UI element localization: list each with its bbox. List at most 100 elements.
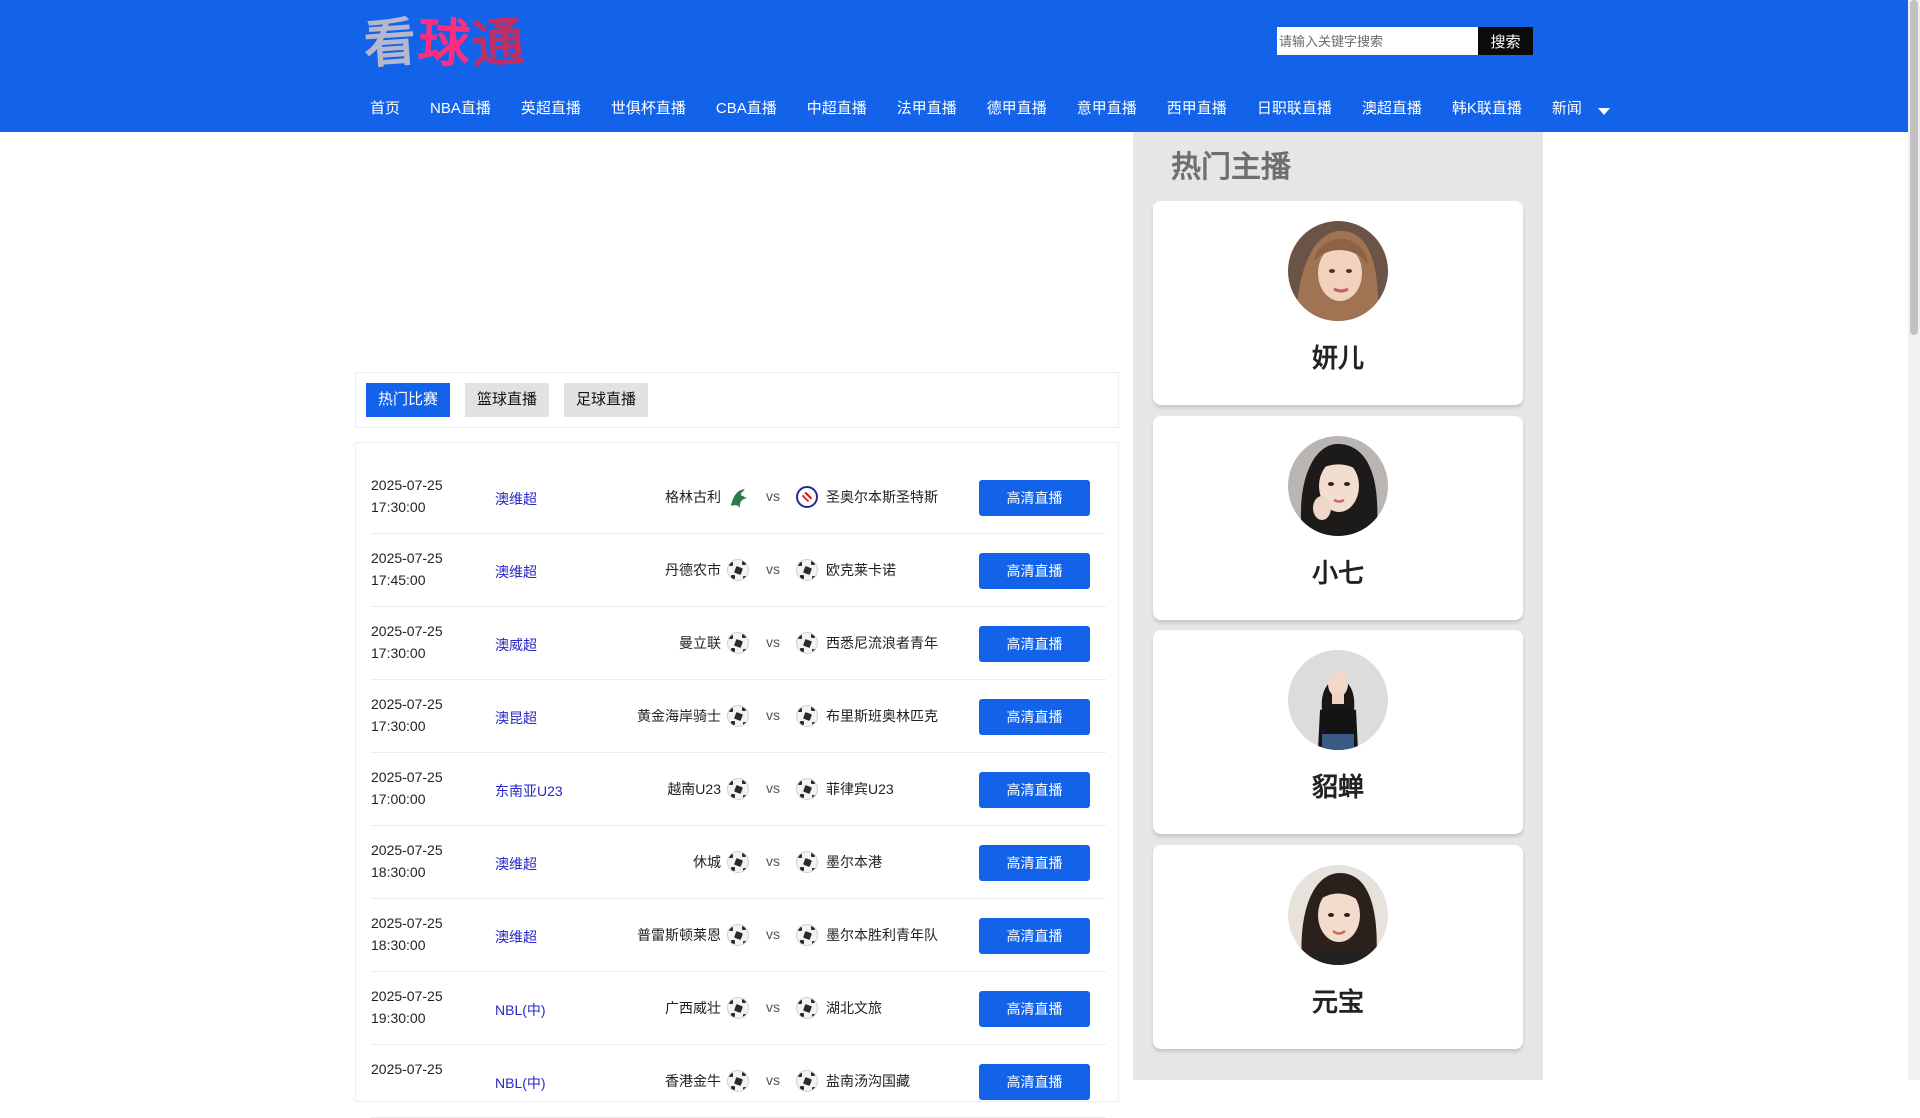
away-team: 圣奥尔本斯圣特斯 [826,489,938,505]
nav-item-news[interactable]: 新闻 [1552,97,1610,118]
logo-char-1: 看 [361,12,421,76]
tab-basketball[interactable]: 篮球直播 [465,383,550,417]
streamer-card[interactable]: 妍儿 [1153,201,1523,405]
match-time: 18:30:00 [371,864,426,880]
streamer-card[interactable]: 元宝 [1153,845,1523,1049]
streamer-card[interactable]: 貂蝉 [1153,630,1523,834]
vs-label: vs [766,561,780,577]
match-row: 2025-07-25 17:00:00 东南亚U23 越南U23 vs 菲律宾U23 高清直… [371,753,1106,826]
nav-item-ligue1[interactable]: 法甲直播 [897,97,957,118]
match-time: 17:45:00 [371,572,426,588]
away-team: 墨尔本港 [826,854,882,870]
football-icon [796,997,818,1019]
match-datetime: 2025-07-25 17:30:00 [371,693,443,737]
hd-live-button[interactable]: 高清直播 [979,918,1090,954]
hd-live-button[interactable]: 高清直播 [979,626,1090,662]
match-date: 2025-07-25 [371,769,443,785]
logo-char-2: 球 [416,12,474,76]
match-date: 2025-07-25 [371,842,443,858]
away-team: 西悉尼流浪者青年 [826,635,938,651]
football-icon [727,778,749,800]
home-team-icon [727,486,751,515]
away-team-icon [796,924,818,946]
page-scrollbar[interactable] [1908,0,1920,1080]
league-link[interactable]: 澳维超 [495,854,537,874]
avatar [1288,865,1388,965]
hd-live-button[interactable]: 高清直播 [979,991,1090,1027]
match-panel: 2025-07-25 17:30:00 澳维超 格林古利 vs 圣奥尔本斯圣特斯 高清直播 2… [355,442,1119,1118]
home-team-icon [727,1070,749,1092]
home-team: 休城 [693,854,721,870]
hd-live-button[interactable]: 高清直播 [979,845,1090,881]
vs-label: vs [766,926,780,942]
league-link[interactable]: 澳威超 [495,635,537,655]
league-link[interactable]: 澳昆超 [495,708,537,728]
hd-live-button[interactable]: 高清直播 [979,772,1090,808]
football-icon [727,924,749,946]
away-team: 菲律宾U23 [826,781,894,797]
vs-label: vs [766,634,780,650]
nav-item-csl[interactable]: 中超直播 [807,97,867,118]
football-icon [796,559,818,581]
nav-item-premier-league[interactable]: 英超直播 [521,97,581,118]
caret-down-icon[interactable] [1597,107,1610,115]
league-link[interactable]: 澳维超 [495,489,537,509]
nav-item-j-league[interactable]: 日职联直播 [1257,97,1332,118]
nav-item-bundesliga[interactable]: 德甲直播 [987,97,1047,118]
team-crest-icon [796,486,818,508]
hd-live-button[interactable]: 高清直播 [979,553,1090,589]
streamer-name: 元宝 [1311,987,1364,1017]
league-link[interactable]: 澳维超 [495,562,537,582]
streamer-card[interactable]: 小七 [1153,416,1523,620]
scrollbar-thumb[interactable] [1910,0,1918,335]
nav-item-serie-a[interactable]: 意甲直播 [1077,97,1137,118]
nav-item-cba[interactable]: CBA直播 [716,97,777,118]
nav-item-la-liga[interactable]: 西甲直播 [1167,97,1227,118]
league-link[interactable]: NBL(中) [495,1000,546,1020]
league-link[interactable]: 澳维超 [495,927,537,947]
hd-live-button[interactable]: 高清直播 [979,699,1090,735]
football-icon [796,778,818,800]
avatar [1288,650,1388,750]
away-team: 盐南汤沟国藏 [826,1073,910,1089]
away-team: 湖北文旅 [826,1000,882,1016]
hd-live-button[interactable]: 高清直播 [979,480,1090,516]
match-list: 2025-07-25 17:30:00 澳维超 格林古利 vs 圣奥尔本斯圣特斯 高清直播 2… [371,461,1106,1118]
away-team: 布里斯班奥林匹克 [826,708,938,724]
search-input[interactable] [1277,27,1478,55]
home-team: 广西威壮 [665,1000,721,1016]
away-team: 欧克莱卡诺 [826,562,896,578]
vs-label: vs [766,707,780,723]
match-date: 2025-07-25 [371,915,443,931]
match-row: 2025-07-25 17:30:00 澳威超 曼立联 vs 西悉尼流浪者青年 高清直播 [371,607,1106,680]
away-team-icon [796,1070,818,1092]
nav-item-k-league[interactable]: 韩K联直播 [1452,97,1522,118]
away-team-icon [796,486,818,508]
streamer-name: 小七 [1311,558,1364,588]
search-button[interactable]: 搜索 [1478,27,1533,55]
nav-item-home[interactable]: 首页 [370,97,400,118]
search-form: 搜索 [1277,27,1533,55]
nav-item-club-world-cup[interactable]: 世俱杯直播 [611,97,686,118]
away-team: 墨尔本胜利青年队 [826,927,938,943]
match-row: 2025-07-25 NBL(中) 香港金牛 vs 盐南汤沟国藏 高清直播 [371,1045,1106,1118]
tab-hot-matches[interactable]: 热门比赛 [366,383,451,417]
streamer-name: 妍儿 [1311,343,1364,373]
league-link[interactable]: NBL(中) [495,1073,546,1093]
nav-item-a-league[interactable]: 澳超直播 [1362,97,1422,118]
home-team: 越南U23 [667,781,721,797]
match-row: 2025-07-25 18:30:00 澳维超 普雷斯顿莱恩 vs 墨尔本胜利青年队 高清直… [371,899,1106,972]
home-team-icon [727,997,749,1019]
tab-football[interactable]: 足球直播 [564,383,649,417]
match-datetime: 2025-07-25 18:30:00 [371,912,443,956]
hd-live-button[interactable]: 高清直播 [979,1064,1090,1100]
logo-char-3: 通 [470,12,529,76]
league-link[interactable]: 东南亚U23 [495,781,563,801]
nav-item-nba[interactable]: NBA直播 [430,97,491,118]
football-icon [727,559,749,581]
home-team-icon [727,559,749,581]
site-logo[interactable]: 看 球 通 [361,12,529,76]
football-icon [796,632,818,654]
avatar [1288,436,1388,536]
vs-label: vs [766,1072,780,1088]
